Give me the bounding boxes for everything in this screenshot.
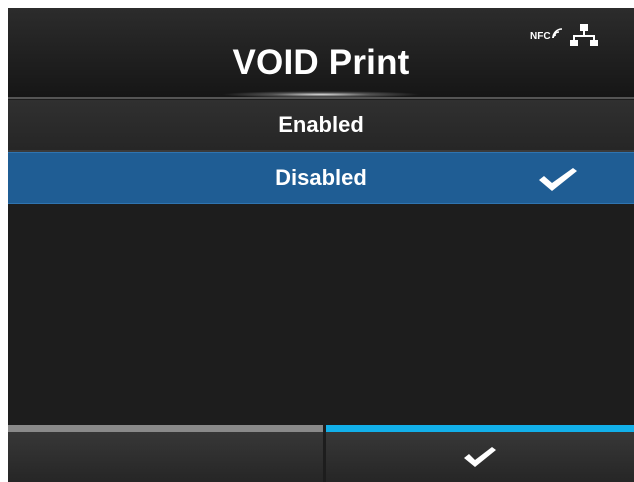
header: VOID Print NFC <box>8 8 634 98</box>
nfc-icon: NFC <box>528 26 568 48</box>
confirm-button[interactable] <box>326 425 634 482</box>
settings-screen: VOID Print NFC Enabled Disabled <box>8 8 634 482</box>
status-icons: NFC <box>528 22 598 52</box>
option-label-enabled: Enabled <box>278 112 364 137</box>
nfc-wireless-icon <box>552 28 563 39</box>
footer-bar <box>8 425 634 482</box>
network-icon <box>570 24 598 46</box>
confirm-button-bar <box>326 425 634 432</box>
checkmark-icon <box>539 168 577 191</box>
back-button[interactable] <box>8 425 323 482</box>
nfc-label: NFC <box>530 31 551 42</box>
checkmark-icon <box>464 447 496 467</box>
header-divider <box>8 97 634 99</box>
back-button-bar <box>8 425 323 432</box>
option-enabled[interactable]: Enabled <box>8 100 634 150</box>
option-disabled[interactable]: Disabled <box>8 152 634 204</box>
